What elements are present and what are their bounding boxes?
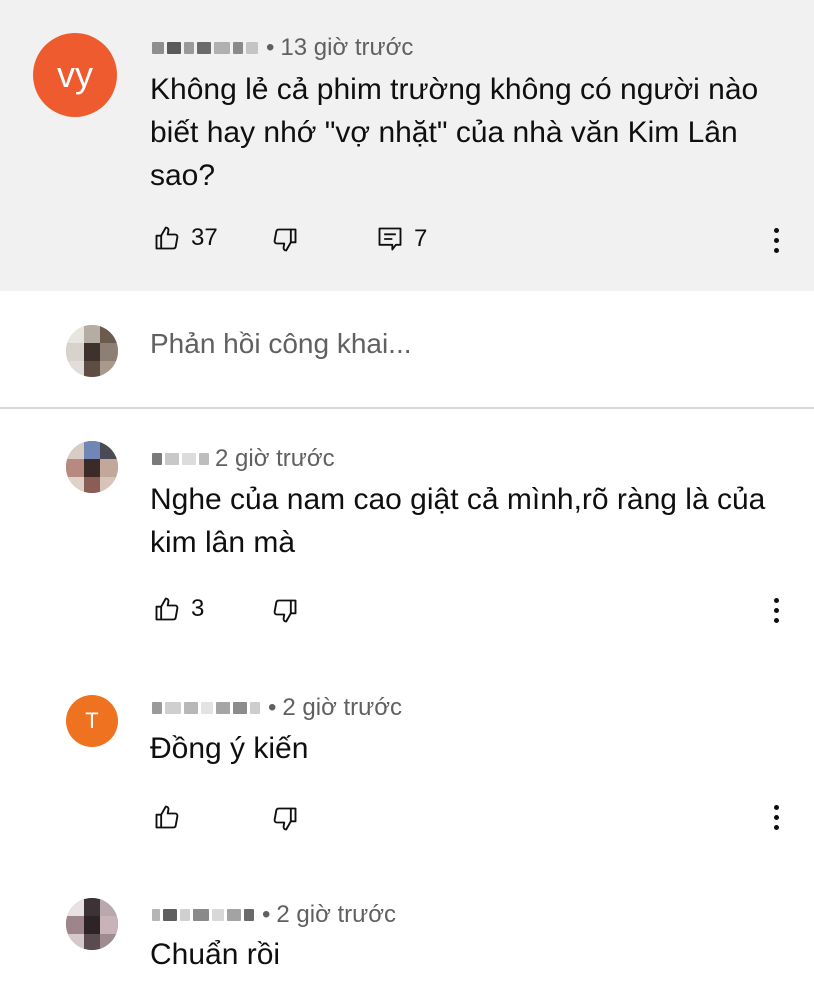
more-vert-icon[interactable] xyxy=(764,590,788,630)
reply-input[interactable]: Phản hồi công khai... xyxy=(150,328,412,360)
comment-meta: • 2 giờ trước xyxy=(152,901,396,929)
like-button[interactable]: 37 xyxy=(153,224,218,252)
comment-meta: • 13 giờ trước xyxy=(152,34,413,62)
dislike-button[interactable] xyxy=(271,226,299,254)
avatar[interactable]: vy xyxy=(33,33,117,117)
author-name[interactable] xyxy=(152,702,260,714)
avatar[interactable] xyxy=(66,898,118,950)
thumbs-up-icon xyxy=(155,226,179,250)
author-name[interactable] xyxy=(152,909,254,921)
comment-meta: 2 giờ trước xyxy=(152,445,335,473)
thumbs-down-icon xyxy=(273,807,297,831)
avatar[interactable]: T xyxy=(66,695,118,747)
like-count: 3 xyxy=(191,595,205,622)
replies-button[interactable]: 7 xyxy=(376,225,427,253)
thumbs-up-icon xyxy=(155,597,179,621)
comment-text: Không lẻ cả phim trường không có người n… xyxy=(150,73,759,192)
reply-count: 7 xyxy=(414,225,428,252)
comment-text: Chuẩn rồi xyxy=(150,938,281,971)
thumbs-up-icon xyxy=(155,805,179,829)
thumbs-down-icon xyxy=(273,599,297,623)
avatar[interactable] xyxy=(66,441,118,493)
author-name[interactable] xyxy=(152,453,209,465)
more-vert-icon[interactable] xyxy=(764,797,788,837)
dislike-button[interactable] xyxy=(271,597,299,625)
comment-text: Nghe của nam cao giật cả mình,rõ ràng là… xyxy=(150,483,766,559)
comment-meta: • 2 giờ trước xyxy=(152,694,402,722)
like-button[interactable]: 3 xyxy=(153,595,204,623)
comment-time: 13 giờ trước xyxy=(280,34,414,61)
like-button[interactable] xyxy=(153,803,181,831)
current-user-avatar xyxy=(66,325,118,377)
comment-text: Đồng ý kiến xyxy=(150,732,309,765)
comment-time: 2 giờ trước xyxy=(282,694,402,721)
comment-icon xyxy=(378,227,402,251)
thumbs-down-icon xyxy=(273,228,297,252)
dislike-button[interactable] xyxy=(271,805,299,833)
author-name[interactable] xyxy=(152,42,258,54)
like-count: 37 xyxy=(191,224,218,251)
divider xyxy=(0,407,814,409)
comment-time: 2 giờ trước xyxy=(276,901,396,928)
more-vert-icon[interactable] xyxy=(764,220,788,260)
comment-time: 2 giờ trước xyxy=(215,445,335,472)
top-comment: vy • 13 giờ trước Không lẻ cả phim trườn… xyxy=(0,0,814,291)
